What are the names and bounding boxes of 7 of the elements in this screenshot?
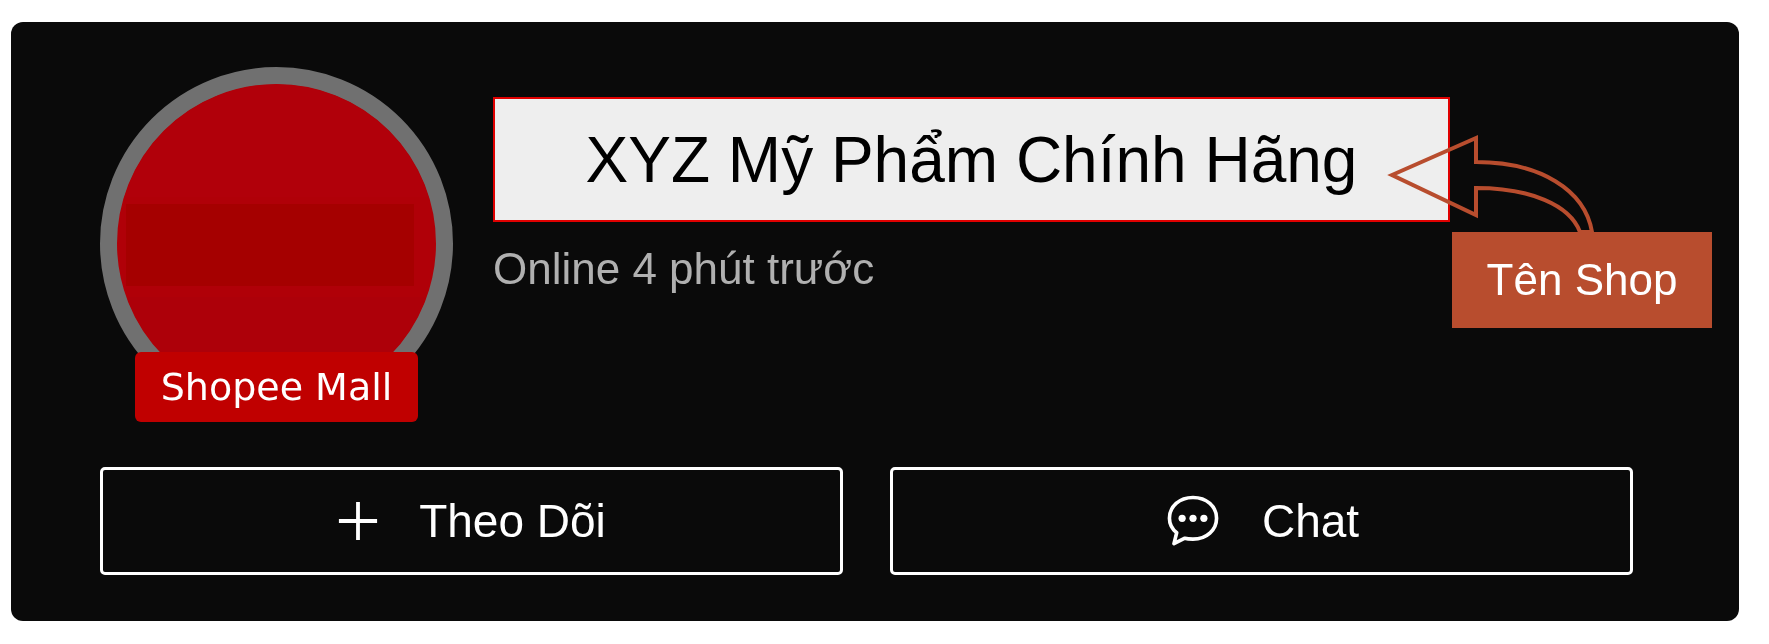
online-status: Online 4 phút trước <box>493 244 876 294</box>
chat-button[interactable]: Chat <box>890 467 1633 575</box>
plus-icon <box>337 500 380 542</box>
follow-button[interactable]: Theo Dõi <box>100 467 843 575</box>
callout-label: Tên Shop <box>1452 232 1712 328</box>
mall-badge: Shopee Mall <box>135 352 418 422</box>
shop-name: XYZ Mỹ Phẩm Chính Hãng <box>493 97 1450 222</box>
